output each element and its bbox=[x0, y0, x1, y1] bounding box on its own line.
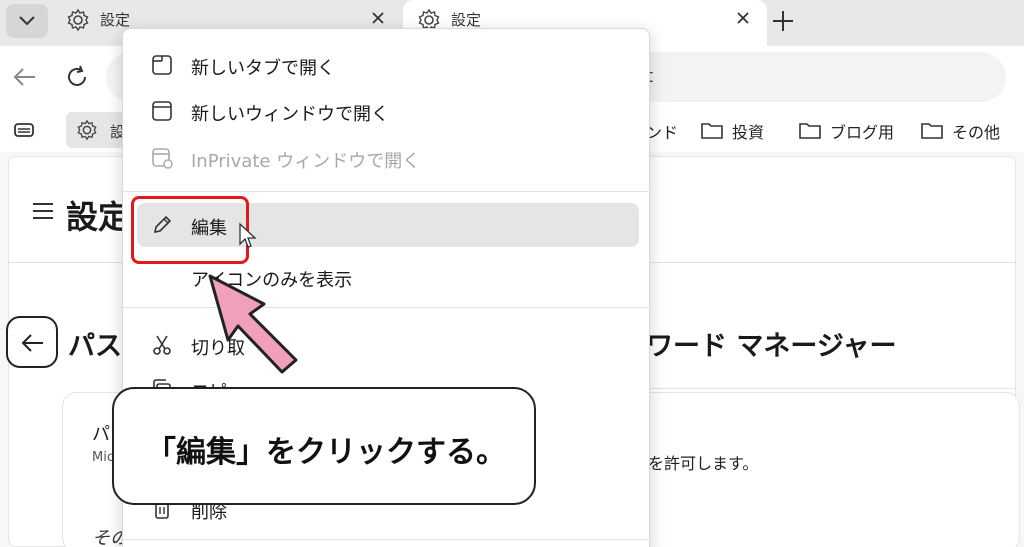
gear-icon bbox=[67, 8, 89, 32]
tab-title: 設定 bbox=[451, 11, 482, 29]
menu-item-label: InPrivate ウィンドウで開く bbox=[191, 151, 421, 172]
back-button[interactable] bbox=[6, 316, 58, 368]
callout-text: 「編集」をクリックする。 bbox=[146, 435, 506, 470]
mouse-cursor-icon bbox=[239, 222, 257, 248]
close-icon[interactable] bbox=[733, 8, 753, 28]
favorite-folder-investment[interactable]: 投資 bbox=[700, 118, 780, 144]
menu-item-label: 新しいウィンドウで開く bbox=[191, 104, 389, 125]
section-title-right: ワード マネージャー bbox=[646, 331, 897, 362]
card-subtext: Mic bbox=[92, 450, 114, 465]
divider bbox=[648, 388, 1016, 389]
back-arrow-icon bbox=[21, 334, 43, 352]
gear-icon bbox=[77, 119, 97, 141]
close-icon[interactable] bbox=[368, 8, 388, 28]
collections-icon[interactable] bbox=[12, 120, 38, 140]
menu-separator bbox=[123, 191, 651, 192]
inprivate-window-icon bbox=[152, 148, 173, 169]
highlight-box bbox=[131, 196, 249, 264]
menu-separator bbox=[123, 539, 651, 540]
tab-actions-button[interactable] bbox=[6, 4, 48, 38]
card-heading: パ bbox=[92, 424, 110, 445]
favorite-settings[interactable]: 設 bbox=[66, 112, 126, 148]
menu-item-open-new-window[interactable]: 新しいウィンドウで開く bbox=[123, 89, 651, 133]
instruction-callout: 「編集」をクリックする。 bbox=[112, 387, 536, 505]
refresh-icon[interactable] bbox=[64, 64, 90, 90]
folder-icon bbox=[799, 123, 821, 139]
tab-icon bbox=[152, 55, 172, 75]
menu-item-open-inprivate: InPrivate ウィンドウで開く bbox=[123, 136, 651, 180]
favorite-folder-other[interactable]: その他 bbox=[920, 118, 1010, 144]
tab-title: 設定 bbox=[100, 11, 131, 29]
folder-icon bbox=[701, 123, 723, 139]
window-icon bbox=[152, 101, 172, 121]
section-title: パス bbox=[68, 331, 122, 362]
folder-icon bbox=[921, 123, 943, 139]
chevron-down-icon bbox=[19, 16, 35, 26]
back-arrow-icon[interactable] bbox=[12, 64, 38, 90]
scissors-icon bbox=[153, 335, 171, 355]
menu-item-open-new-tab[interactable]: 新しいタブで開く bbox=[123, 43, 651, 87]
hamburger-menu-icon[interactable] bbox=[32, 202, 54, 220]
favorite-folder-label: 投資 bbox=[732, 123, 765, 142]
favorite-folder-label: ブログ用 bbox=[830, 123, 895, 142]
favorite-folder-label: その他 bbox=[952, 123, 1001, 142]
plus-icon[interactable] bbox=[768, 6, 798, 36]
menu-item-label: 新しいタブで開く bbox=[191, 58, 335, 79]
page-title: 設定 bbox=[66, 198, 131, 236]
card-description: を許可します。 bbox=[648, 454, 759, 473]
favorite-folder-blog[interactable]: ブログ用 bbox=[798, 118, 898, 144]
pointer-arrow-icon bbox=[208, 274, 298, 374]
